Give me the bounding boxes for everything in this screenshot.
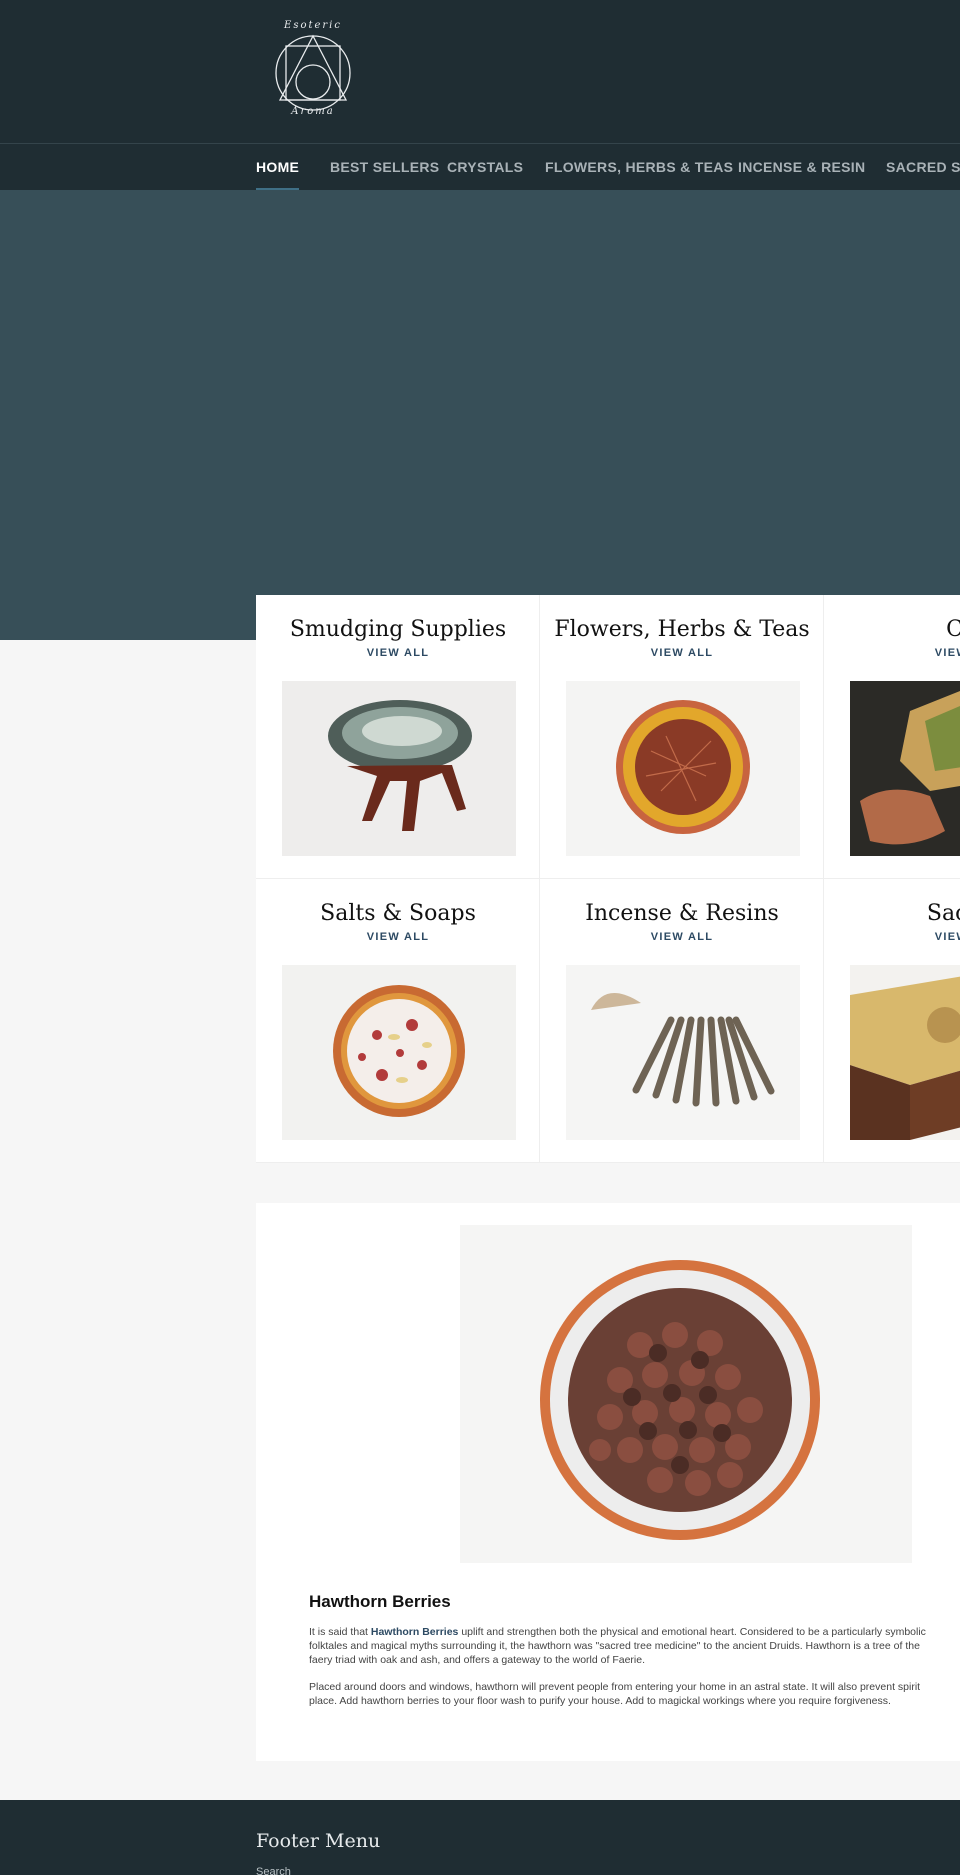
footer-search-link[interactable]: Search [256,1866,291,1875]
nav-item-home[interactable]: HOME [256,144,300,190]
main-nav: HOME BEST SELLERS CRYSTALS FLOWERS, HERB… [0,143,960,191]
collection-title[interactable]: Incense & Resins [540,901,823,926]
crystal-in-hand-icon [850,681,960,856]
feature-title[interactable]: Hawthorn Berries [309,1592,451,1612]
site-logo[interactable]: Esoteric Aroma [272,18,354,124]
collection-image[interactable] [282,965,516,1140]
collection-card[interactable]: Cry VIEW ALL [824,595,960,879]
feature-image[interactable] [460,1225,912,1563]
hawthorn-berries-bowl-icon [460,1225,912,1563]
site-footer: Footer Menu Search [0,1800,960,1875]
herbs-bowl-icon [566,681,800,856]
collection-title[interactable]: Cry [824,617,960,642]
view-all-link[interactable]: VIEW ALL [540,647,823,659]
paragraph-line: folktales and magical myths surrounding … [309,1640,920,1652]
logo-bottom-text: Aroma [291,106,335,117]
abalone-shell-icon [282,681,516,856]
view-all-link[interactable]: VIEW ALL [824,647,960,659]
nav-item-sacred-space[interactable]: SACRED SP [886,144,960,190]
collection-title[interactable]: Sacred [824,901,960,926]
collection-card[interactable]: Smudging Supplies VIEW ALL [256,595,540,879]
collection-grid: Smudging Supplies VIEW ALL Flowers, Herb… [256,595,960,1163]
logo-top-text: Esoteric [284,20,342,31]
collection-image[interactable] [850,965,960,1140]
nav-item-best-sellers[interactable]: BEST SELLERS [330,144,439,190]
hawthorn-berries-link[interactable]: Hawthorn Berries [371,1626,459,1638]
collection-image[interactable] [566,965,800,1140]
bath-salts-bowl-icon [282,965,516,1140]
collection-card[interactable]: Sacred VIEW ALL [824,879,960,1163]
nav-item-crystals[interactable]: CRYSTALS [447,144,523,190]
view-all-link[interactable]: VIEW ALL [256,647,539,659]
paragraph-line: place. Add hawthorn berries to your floo… [309,1695,891,1707]
paragraph-line: faery triad with oak and ash, and offers… [309,1654,645,1666]
paragraph-text: It is said that [309,1626,371,1638]
footer-menu-title: Footer Menu [256,1830,381,1852]
collection-title[interactable]: Smudging Supplies [256,617,539,642]
incense-sticks-icon [566,965,800,1140]
collection-image[interactable] [282,681,516,856]
feature-article: Hawthorn Berries It is said that Hawthor… [256,1203,960,1761]
feature-paragraph: It is said that Hawthorn Berries uplift … [309,1625,960,1667]
collection-card[interactable]: Salts & Soaps VIEW ALL [256,879,540,1163]
nav-item-flowers-herbs-teas[interactable]: FLOWERS, HERBS & TEAS [545,144,733,190]
collection-title[interactable]: Salts & Soaps [256,901,539,926]
collection-image[interactable] [850,681,960,856]
collection-card[interactable]: Incense & Resins VIEW ALL [540,879,824,1163]
paragraph-line: It is said that Hawthorn Berries uplift … [309,1625,960,1639]
paragraph-text: uplift and strengthen both the physical … [458,1626,926,1638]
site-header: Esoteric Aroma [0,0,960,143]
collection-card[interactable]: Flowers, Herbs & Teas VIEW ALL [540,595,824,879]
collection-title[interactable]: Flowers, Herbs & Teas [540,617,823,642]
view-all-link[interactable]: VIEW ALL [824,931,960,943]
collection-image[interactable] [566,681,800,856]
view-all-link[interactable]: VIEW ALL [540,931,823,943]
hero-banner [0,190,960,640]
feature-paragraph: Placed around doors and windows, hawthor… [309,1680,960,1708]
paragraph-line: Placed around doors and windows, hawthor… [309,1681,921,1693]
view-all-link[interactable]: VIEW ALL [256,931,539,943]
nav-item-incense-resin[interactable]: INCENSE & RESIN [738,144,865,190]
wooden-box-icon [850,965,960,1140]
